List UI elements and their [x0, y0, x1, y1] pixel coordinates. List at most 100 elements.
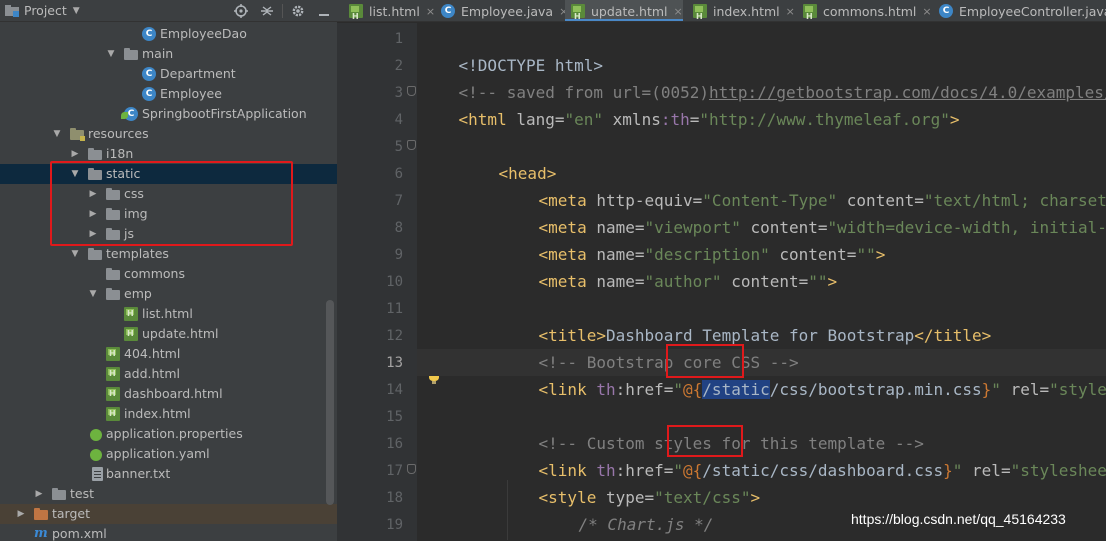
tree-item-label: dashboard.html	[124, 386, 223, 401]
yaml-file-icon	[90, 447, 105, 461]
html-file-icon	[693, 4, 707, 21]
code-editor[interactable]: <!DOCTYPE html> <!-- saved from url=(005…	[417, 23, 1106, 541]
attribute: :href=	[615, 380, 674, 399]
tab-update-html[interactable]: update.html ×	[565, 0, 683, 21]
html-file-icon	[124, 324, 138, 344]
tree-item-commons[interactable]: commons	[0, 264, 337, 284]
tag: >	[875, 245, 886, 264]
close-icon[interactable]: ×	[922, 5, 931, 18]
class-icon: C	[142, 87, 156, 101]
selected-text: /static	[702, 380, 770, 399]
resources-folder-icon	[70, 128, 85, 141]
folder-icon	[52, 488, 66, 500]
collapsed-arrow-icon[interactable]: ▶	[16, 504, 26, 524]
static-folder-annotation-box	[50, 161, 293, 246]
tab-employee-java[interactable]: C Employee.java ×	[435, 0, 568, 21]
code-line-13: <link th:href="@{/static/css/bootstrap.m…	[500, 349, 1106, 399]
tree-item-employee[interactable]: C Employee	[0, 84, 337, 104]
html-file-icon	[106, 404, 120, 424]
tree-item-main[interactable]: ▼ main	[0, 44, 337, 64]
tree-item-label: Employee	[160, 86, 222, 101]
line-number: 4	[394, 112, 403, 128]
tree-item-dashboard-html[interactable]: dashboard.html	[0, 384, 337, 404]
tree-item-application-properties[interactable]: application.properties	[0, 424, 337, 444]
tree-item-springbootfirstapplication[interactable]: C SpringbootFirstApplication	[0, 104, 337, 124]
tree-item-list-html[interactable]: list.html	[0, 304, 337, 324]
line-number: 19	[386, 517, 403, 533]
tab-commons-html[interactable]: commons.html ×	[797, 0, 932, 21]
tree-item-label: add.html	[124, 366, 180, 381]
code-line-5: <head>	[460, 133, 557, 183]
tree-item-404-html[interactable]: 404.html	[0, 344, 337, 364]
tree-item-application-yaml[interactable]: application.yaml	[0, 444, 337, 464]
line-number: 2	[394, 58, 403, 74]
close-icon[interactable]: ×	[786, 5, 795, 18]
tree-item-pom-xml[interactable]: m pom.xml	[0, 524, 337, 541]
tag: </title>	[914, 326, 992, 345]
tab-list-html[interactable]: list.html ×	[343, 0, 435, 21]
tree-item-banner-txt[interactable]: banner.txt	[0, 464, 337, 484]
tree-item-target[interactable]: ▶ target	[0, 504, 337, 524]
attribute-value: "author"	[644, 272, 722, 291]
tree-item-label: resources	[88, 126, 149, 141]
attribute: =	[689, 110, 700, 129]
line-number: 9	[394, 247, 403, 263]
namespace: :th	[660, 110, 690, 129]
tag: <link	[538, 380, 597, 399]
fold-marker-icon[interactable]	[407, 464, 416, 474]
project-tree-scrollbar[interactable]	[326, 300, 334, 505]
current-line-number: 13	[386, 355, 403, 371]
expanded-arrow-icon[interactable]: ▼	[52, 124, 62, 144]
fold-marker-icon[interactable]	[407, 86, 416, 96]
tab-employeecontroller-java[interactable]: C EmployeeController.java	[933, 0, 1106, 21]
close-icon[interactable]: ×	[426, 5, 435, 18]
line-number: 16	[386, 436, 403, 452]
tree-item-add-html[interactable]: add.html	[0, 364, 337, 384]
code-line-11: <title>Dashboard Template for Bootstrap<…	[500, 295, 992, 345]
line-number: 8	[394, 220, 403, 236]
tree-item-resources[interactable]: ▼ resources	[0, 124, 337, 144]
tree-item-department[interactable]: C Department	[0, 64, 337, 84]
project-panel-title[interactable]: Project	[24, 3, 67, 18]
tab-label: update.html	[591, 3, 668, 19]
close-icon[interactable]: ×	[674, 5, 683, 18]
tree-item-index-html[interactable]: index.html	[0, 404, 337, 424]
collapse-all-icon[interactable]	[254, 4, 280, 18]
fold-marker-icon[interactable]	[407, 140, 416, 150]
tab-index-html[interactable]: index.html ×	[687, 0, 795, 21]
expression-delimiter: }	[943, 461, 953, 480]
line-number: 14	[386, 382, 403, 398]
locate-file-icon[interactable]	[228, 4, 254, 18]
html-file-icon	[106, 344, 120, 364]
tree-item-update-html[interactable]: update.html	[0, 324, 337, 344]
expanded-arrow-icon[interactable]: ▼	[88, 284, 98, 304]
editor-gutter[interactable]: 1 2 3 4 5 6 7 8 9 10 11 12 13 14 15 16 1…	[337, 23, 439, 541]
tree-item-label: list.html	[142, 306, 193, 321]
html-file-icon	[349, 4, 363, 21]
tree-item-label: update.html	[142, 326, 219, 341]
project-panel-header: Project ▼	[0, 0, 337, 22]
gear-icon[interactable]	[285, 4, 311, 18]
attribute-value: "	[673, 380, 684, 399]
indent-guide	[507, 480, 508, 540]
attribute: rel=	[962, 461, 1011, 480]
tag: >	[949, 110, 960, 129]
tree-item-employeedao[interactable]: C EmployeeDao	[0, 24, 337, 44]
properties-file-icon	[90, 427, 105, 441]
attribute-value: "	[991, 380, 1001, 399]
attribute-value: ""	[856, 245, 876, 264]
text-file-icon	[92, 467, 103, 481]
tree-item-templates[interactable]: ▼ templates	[0, 244, 337, 264]
view-dropdown-icon[interactable]: ▼	[73, 6, 80, 16]
static-path-annotation-box-line-13	[666, 344, 744, 378]
expanded-arrow-icon[interactable]: ▼	[106, 44, 116, 64]
tab-label: commons.html	[823, 3, 917, 19]
line-number: 5	[394, 139, 403, 155]
tree-item-label: Department	[160, 66, 236, 81]
hide-panel-icon[interactable]	[311, 4, 337, 18]
expanded-arrow-icon[interactable]: ▼	[70, 244, 80, 264]
tree-item-test[interactable]: ▶ test	[0, 484, 337, 504]
tree-item-label: pom.xml	[52, 526, 107, 541]
collapsed-arrow-icon[interactable]: ▶	[34, 484, 44, 504]
tree-item-emp[interactable]: ▼ emp	[0, 284, 337, 304]
